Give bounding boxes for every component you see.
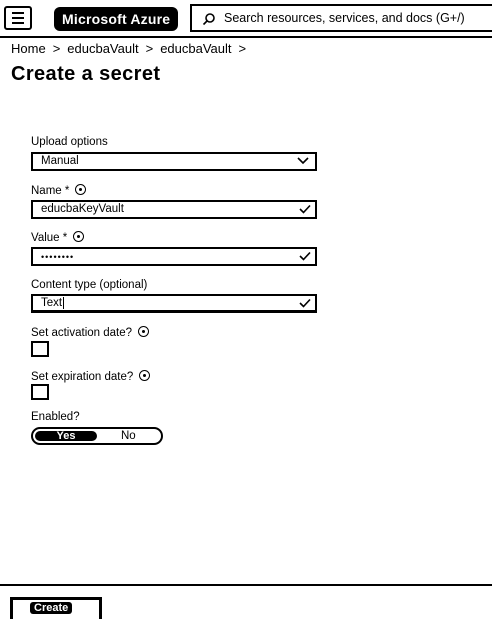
create-button-label: Create bbox=[30, 602, 73, 614]
content-type-label: Content type (optional) bbox=[31, 279, 148, 291]
activation-date-label: Set activation date? bbox=[31, 325, 150, 339]
activation-date-checkbox[interactable] bbox=[31, 341, 49, 357]
content-type-input[interactable]: Text bbox=[31, 294, 317, 313]
upload-options-select[interactable]: Manual bbox=[31, 152, 317, 171]
search-placeholder: Search resources, services, and docs (G+… bbox=[224, 11, 465, 25]
info-icon[interactable] bbox=[75, 184, 87, 195]
enabled-yes-option[interactable]: Yes bbox=[35, 431, 97, 442]
footer-divider bbox=[0, 584, 492, 586]
secret-value-input[interactable]: •••••••• bbox=[31, 247, 317, 266]
upload-options-label: Upload options bbox=[31, 136, 108, 148]
info-icon[interactable] bbox=[73, 231, 85, 242]
expiration-date-checkbox[interactable] bbox=[31, 384, 49, 400]
create-button[interactable]: Create bbox=[10, 597, 102, 619]
breadcrumb-home[interactable]: Home bbox=[11, 41, 46, 56]
secret-value-masked: •••••••• bbox=[41, 252, 75, 262]
top-bar: Microsoft Azure Search resources, servic… bbox=[0, 0, 492, 38]
global-search-input[interactable]: Search resources, services, and docs (G+… bbox=[190, 4, 492, 32]
value-label: Value * bbox=[31, 230, 85, 244]
checkmark-icon bbox=[299, 298, 311, 308]
breadcrumb: Home > educbaVault > educbaVault > bbox=[11, 41, 253, 56]
checkmark-icon bbox=[299, 204, 311, 214]
breadcrumb-vault[interactable]: educbaVault bbox=[67, 41, 138, 56]
azure-brand-logo[interactable]: Microsoft Azure bbox=[56, 9, 177, 29]
name-input[interactable]: educbaKeyVault bbox=[31, 200, 317, 219]
expiration-date-label: Set expiration date? bbox=[31, 369, 151, 383]
content-type-value: Text bbox=[41, 297, 65, 310]
breadcrumb-vault-secrets[interactable]: educbaVault bbox=[160, 41, 231, 56]
enabled-label: Enabled? bbox=[31, 411, 80, 423]
enabled-no-option[interactable]: No bbox=[121, 430, 136, 442]
portal-menu-icon[interactable] bbox=[4, 6, 32, 30]
chevron-right-icon: > bbox=[52, 41, 61, 56]
chevron-down-icon bbox=[297, 157, 309, 165]
name-label: Name * bbox=[31, 183, 87, 197]
checkmark-icon bbox=[299, 251, 311, 261]
search-icon bbox=[202, 13, 215, 26]
enabled-toggle[interactable]: Yes No bbox=[31, 427, 163, 445]
upload-options-value: Manual bbox=[41, 155, 79, 167]
info-icon[interactable] bbox=[138, 326, 150, 337]
name-value: educbaKeyVault bbox=[41, 203, 124, 215]
chevron-right-icon: > bbox=[145, 41, 154, 56]
chevron-right-icon: > bbox=[238, 41, 247, 56]
info-icon[interactable] bbox=[139, 370, 151, 381]
page-title: Create a secret bbox=[11, 63, 161, 85]
